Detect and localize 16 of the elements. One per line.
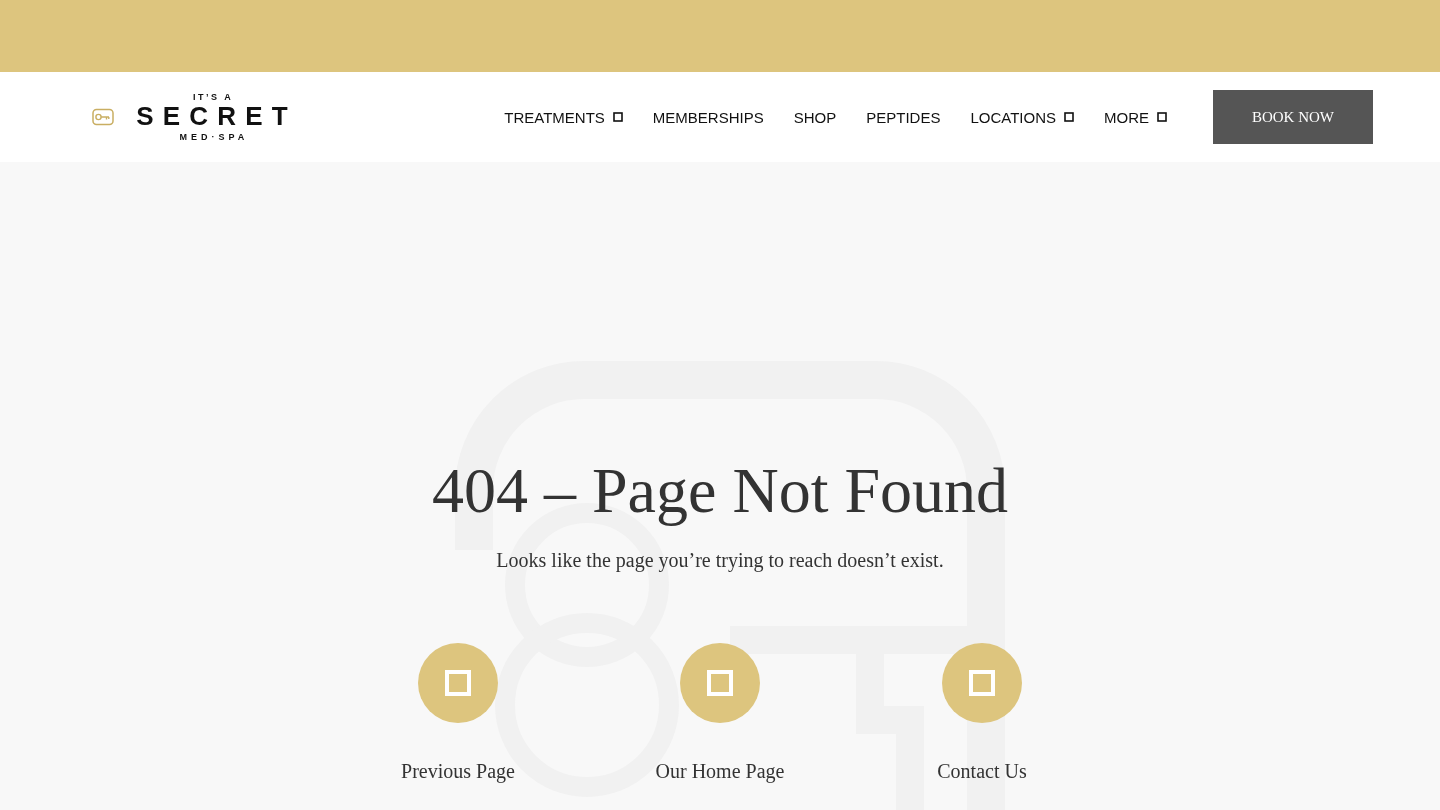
logo-wordmark: SECRET (135, 102, 297, 129)
nav-link[interactable]: TREATMENTS (504, 108, 623, 126)
error-message: Looks like the page you’re trying to reach doesn’t exist. (496, 547, 944, 573)
nav-link[interactable]: MORE (1104, 108, 1167, 126)
logo-subtitle: MED·SPA (178, 130, 249, 143)
quick-link[interactable]: Contact Us (937, 642, 1027, 784)
nav-link[interactable]: SHOP (793, 108, 837, 126)
book-now-button[interactable]: BOOK NOW (1213, 90, 1373, 144)
nav-link[interactable]: PEPTIDES (866, 108, 941, 126)
quick-link[interactable]: Previous Page (401, 642, 515, 784)
key-icon (92, 106, 114, 128)
nav-link[interactable]: MEMBERSHIPS (652, 108, 764, 126)
logo-tagline: IT’S A (192, 91, 234, 103)
quick-link[interactable]: Our Home Page (655, 642, 785, 784)
nav-link[interactable]: LOCATIONS (970, 108, 1074, 126)
page-title: 404 – Page Not Found (432, 454, 1008, 528)
